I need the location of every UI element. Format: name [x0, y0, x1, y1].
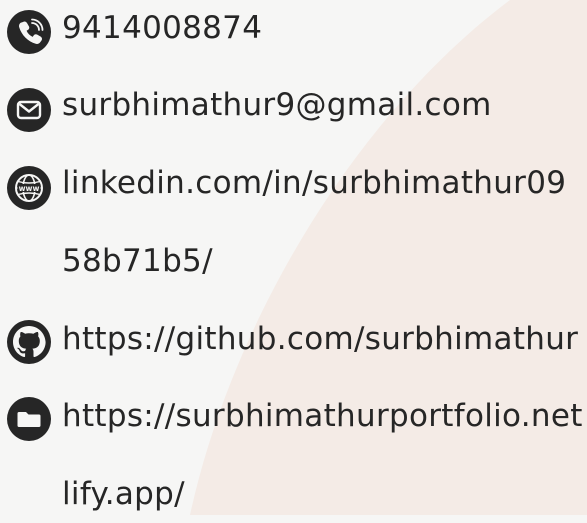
globe-icon: www — [7, 166, 51, 210]
github-url[interactable]: https://github.com/surbhimathur — [62, 319, 578, 359]
phone-number[interactable]: 9414008874 — [62, 8, 262, 48]
contact-row-portfolio: https://surbhimathurportfolio.net — [0, 395, 587, 445]
contact-row-github: https://github.com/surbhimathur — [0, 318, 587, 368]
contact-row-portfolio-continued: lify.app/ — [0, 473, 587, 523]
portfolio-url-continued[interactable]: lify.app/ — [62, 474, 185, 514]
folder-icon — [7, 397, 51, 441]
email-address[interactable]: surbhimathur9@gmail.com — [62, 85, 492, 125]
svg-text:www: www — [19, 184, 40, 193]
contact-list: 9414008874 surbhimathur9@gmail.com www l… — [0, 0, 587, 515]
phone-icon — [7, 10, 51, 54]
email-icon — [7, 88, 51, 132]
contact-row-linkedin-continued: 58b71b5/ — [0, 240, 587, 290]
contact-row-linkedin: www linkedin.com/in/surbhimathur09 — [0, 162, 587, 212]
github-icon — [7, 320, 51, 364]
contact-row-email: surbhimathur9@gmail.com — [0, 85, 587, 135]
portfolio-url[interactable]: https://surbhimathurportfolio.net — [62, 396, 583, 436]
contact-row-phone: 9414008874 — [0, 6, 587, 56]
linkedin-url-continued[interactable]: 58b71b5/ — [62, 241, 213, 281]
linkedin-url[interactable]: linkedin.com/in/surbhimathur09 — [62, 163, 566, 203]
